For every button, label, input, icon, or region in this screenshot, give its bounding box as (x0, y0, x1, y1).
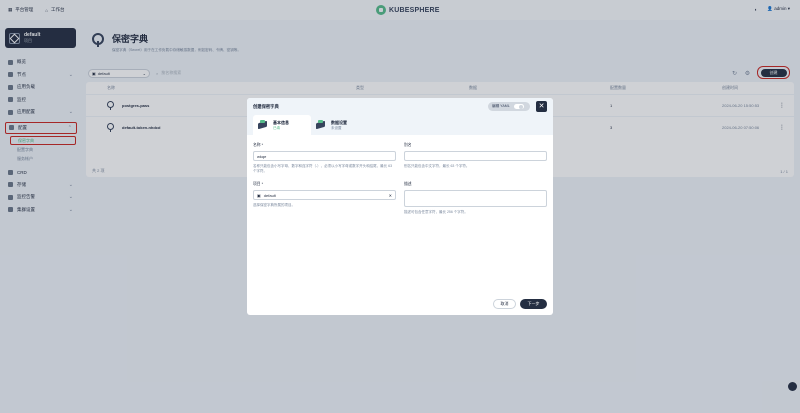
name-hint: 名称只能包含小写字母、数字和连字符（-），必须以小写字母或数字开头和结尾，最长 … (253, 164, 393, 173)
alias-field-group: 别名 别名只能包含中文字符，最长 63 个字符。 (404, 143, 547, 169)
description-hint: 描述可包含任意字符，最长 256 个字符。 (404, 210, 468, 214)
name-input[interactable]: wkqe (253, 151, 396, 161)
close-icon[interactable]: ✕ (389, 193, 392, 198)
next-button[interactable]: 下一步 (520, 299, 547, 309)
project-label: 项目 * (253, 182, 264, 186)
name-field-group: 名称 * wkqe 名称只能包含小写字母、数字和连字符（-），必须以小写字母或数… (253, 143, 396, 174)
project-select[interactable]: ▣ default ✕ (253, 190, 396, 200)
description-field-group: 描述 描述可包含任意字符，最长 256 个字符。 (404, 182, 547, 215)
dialog-title: 创建保密字典 (253, 103, 279, 109)
help-button[interactable] (788, 382, 797, 391)
project-hint: 选择保密字典所属的项目。 (253, 203, 295, 207)
dialog-footer: 取消 下一步 (247, 293, 553, 315)
name-label: 名称 * (253, 143, 264, 147)
description-textarea[interactable] (404, 190, 547, 207)
alias-label: 别名 (404, 143, 412, 147)
step-data-settings[interactable]: 数据设置 未设置 (311, 115, 369, 135)
cancel-button[interactable]: 取消 (493, 299, 516, 309)
description-label: 描述 (404, 182, 412, 186)
create-secret-dialog: 创建保密字典 编辑 YAML ✕ 基本信息 已填 数据设置 未设置 名称 * w… (247, 98, 553, 315)
step-basic-info[interactable]: 基本信息 已填 (253, 115, 311, 135)
dialog-steps: 基本信息 已填 数据设置 未设置 (247, 115, 553, 135)
data-settings-icon (315, 120, 327, 130)
dialog-header: 创建保密字典 编辑 YAML ✕ (247, 98, 553, 115)
folder-icon: ▣ (257, 192, 261, 198)
alias-hint: 别名只能包含中文字符，最长 63 个字符。 (404, 164, 470, 168)
edit-yaml-toggle[interactable]: 编辑 YAML (488, 102, 530, 111)
project-field-group: 项目 * ▣ default ✕ 选择保密字典所属的项目。 (253, 182, 396, 208)
toggle-switch (513, 104, 524, 109)
close-button[interactable]: ✕ (536, 101, 547, 112)
basic-info-icon (257, 120, 269, 130)
alias-input[interactable] (404, 151, 547, 161)
